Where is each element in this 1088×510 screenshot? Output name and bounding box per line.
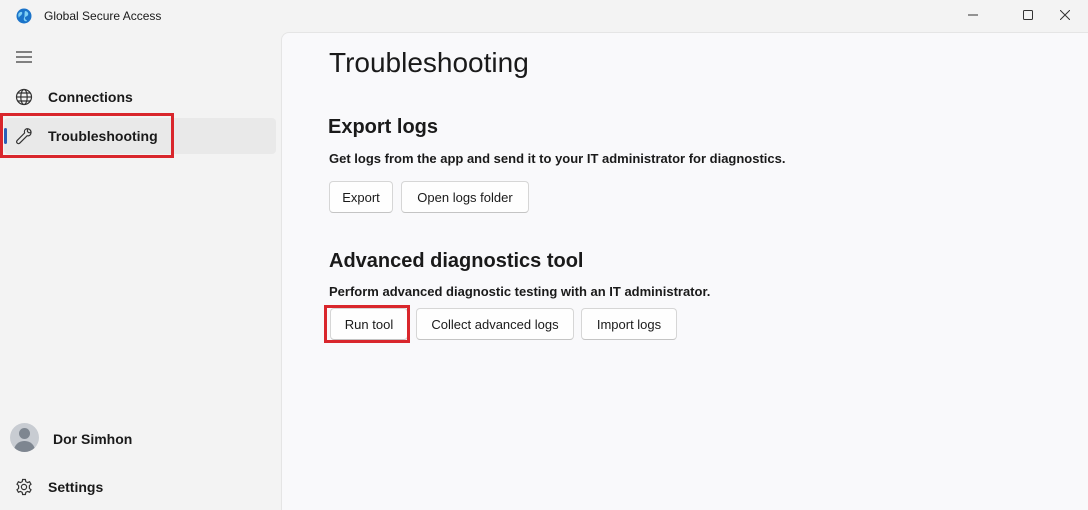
title-bar: Global Secure Access: [0, 0, 1088, 32]
sidebar-item-settings[interactable]: Settings: [4, 469, 276, 505]
globe-icon: [15, 88, 33, 106]
section-description-export-logs: Get logs from the app and send it to you…: [329, 151, 786, 166]
maximize-icon: [1023, 10, 1033, 20]
close-icon: [1060, 10, 1070, 20]
export-button[interactable]: Export: [329, 181, 393, 213]
sidebar-item-label: Connections: [48, 89, 133, 105]
main-content: Troubleshooting Export logs Get logs fro…: [281, 32, 1088, 510]
section-title-advanced-diagnostics: Advanced diagnostics tool: [329, 250, 584, 272]
hamburger-menu-button[interactable]: [13, 46, 35, 68]
user-name: Dor Simhon: [53, 431, 133, 447]
section-description-advanced-diagnostics: Perform advanced diagnostic testing with…: [329, 284, 711, 299]
window-title: Global Secure Access: [44, 9, 162, 23]
sidebar-item-label: Troubleshooting: [48, 128, 158, 144]
sidebar-item-troubleshooting[interactable]: Troubleshooting: [4, 118, 276, 154]
import-logs-button[interactable]: Import logs: [581, 308, 677, 340]
avatar: [10, 423, 39, 452]
gear-icon: [15, 478, 33, 496]
wrench-icon: [15, 127, 33, 145]
sidebar-item-label: Settings: [48, 479, 104, 495]
section-title-export-logs: Export logs: [328, 116, 439, 138]
app-window: Global Secure Access Connections Trouble…: [0, 0, 1088, 510]
minimize-icon: [968, 14, 978, 16]
close-button[interactable]: [1042, 0, 1088, 30]
app-globe-icon: [16, 8, 32, 24]
minimize-button[interactable]: [950, 0, 996, 30]
collect-advanced-logs-button[interactable]: Collect advanced logs: [416, 308, 574, 340]
page-title: Troubleshooting: [329, 47, 529, 78]
sidebar-item-connections[interactable]: Connections: [4, 79, 276, 115]
open-logs-folder-button[interactable]: Open logs folder: [401, 181, 529, 213]
hamburger-icon: [16, 51, 32, 63]
run-tool-button[interactable]: Run tool: [330, 308, 408, 340]
selection-indicator: [4, 128, 7, 144]
